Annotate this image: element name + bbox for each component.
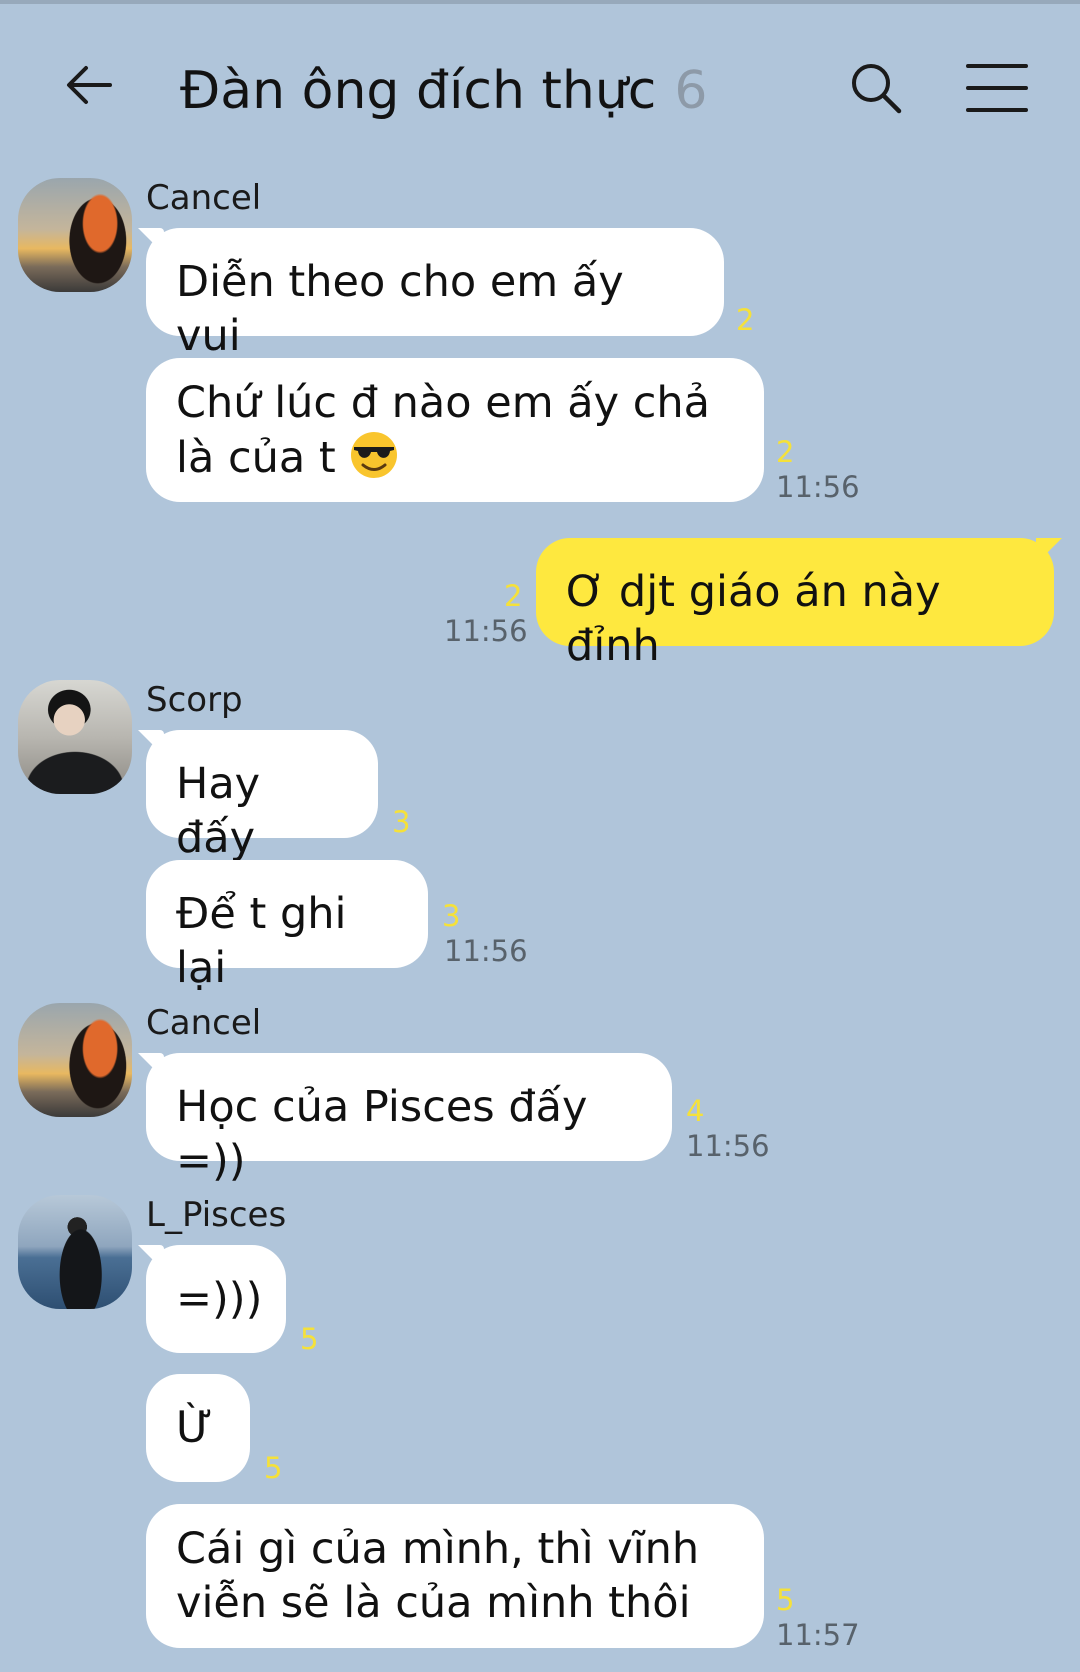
avatar-l-pisces[interactable] <box>18 1195 132 1309</box>
unread-count: 2 <box>504 579 523 613</box>
message-text-line-2: là của t <box>176 430 734 485</box>
message-text: Để t ghi lại <box>176 889 347 993</box>
message-text: Ừ <box>176 1403 213 1453</box>
arrow-left-icon <box>67 66 112 104</box>
message-text: Hay đấy <box>176 759 261 863</box>
message-time: 11:57 <box>776 1618 860 1652</box>
unread-count: 5 <box>776 1583 795 1617</box>
sender-name: Scorp <box>146 680 243 720</box>
message-bubble[interactable]: Cái gì của mình, thì vĩnh viễn sẽ là của… <box>146 1504 764 1648</box>
unread-count: 2 <box>776 435 795 469</box>
member-count: 6 <box>674 61 708 121</box>
message-bubble[interactable]: Ừ <box>146 1374 250 1482</box>
message-time: 11:56 <box>444 614 528 648</box>
message-text: Diễn theo cho em ấy vui <box>176 257 624 361</box>
sender-name: Cancel <box>146 178 262 218</box>
avatar-scorp[interactable] <box>18 680 132 794</box>
message-text: =))) <box>176 1274 263 1324</box>
chat-title: Đàn ông đích thực 6 <box>180 56 707 126</box>
avatar-cancel[interactable] <box>18 178 132 292</box>
message-bubble[interactable]: Diễn theo cho em ấy vui <box>146 228 724 361</box>
message-text: Học của Pisces đấy =)) <box>176 1082 588 1186</box>
unread-count: 3 <box>442 899 461 933</box>
sender-name: Cancel <box>146 1003 262 1043</box>
message-time: 11:56 <box>686 1129 770 1163</box>
unread-count: 3 <box>392 805 411 839</box>
unread-count: 5 <box>300 1322 319 1356</box>
message-time: 11:56 <box>776 470 860 504</box>
avatar-cancel[interactable] <box>18 1003 132 1117</box>
unread-count: 4 <box>686 1094 705 1128</box>
message-text: Ơ djt giáo án này đỉnh <box>566 567 941 671</box>
sunglasses-face-emoji <box>351 432 398 478</box>
chat-header: Đàn ông đích thực 6 <box>0 0 1080 170</box>
unread-count: 5 <box>264 1451 283 1485</box>
message-text-line: Cái gì của mình, thì vĩnh <box>176 1524 700 1574</box>
back-button[interactable] <box>60 56 120 116</box>
hamburger-menu-icon <box>966 64 1028 112</box>
search-button[interactable] <box>846 58 906 118</box>
my-message-bubble[interactable]: Ơ djt giáo án này đỉnh <box>536 538 1054 671</box>
message-bubble[interactable]: Chứ lúc đ nào em ấy chả là của t <box>146 358 764 502</box>
message-text-line: Chứ lúc đ nào em ấy chả <box>176 378 710 428</box>
unread-count: 2 <box>736 303 755 337</box>
message-text-line-2: viễn sẽ là của mình thôi <box>176 1578 691 1628</box>
message-bubble[interactable]: Học của Pisces đấy =)) <box>146 1053 672 1186</box>
message-bubble[interactable]: Để t ghi lại <box>146 860 428 993</box>
message-bubble[interactable]: =))) <box>146 1245 286 1353</box>
search-icon <box>852 64 902 114</box>
message-bubble[interactable]: Hay đấy <box>146 730 378 863</box>
message-time: 11:56 <box>444 934 528 968</box>
sender-name: L_Pisces <box>146 1195 287 1235</box>
chat-name: Đàn ông đích thực <box>180 61 657 121</box>
menu-button[interactable] <box>966 62 1028 114</box>
